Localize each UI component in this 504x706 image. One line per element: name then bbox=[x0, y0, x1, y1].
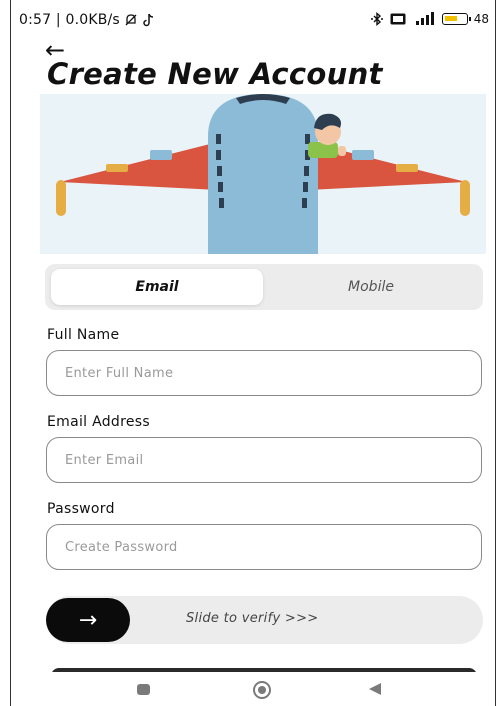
bluetooth-icon bbox=[370, 12, 383, 26]
system-nav-bar bbox=[11, 672, 495, 706]
password-field-container bbox=[46, 524, 482, 570]
page-title: Create New Account bbox=[47, 57, 383, 91]
full-name-input[interactable] bbox=[47, 351, 481, 395]
airplane-illustration bbox=[56, 94, 470, 254]
hero-illustration bbox=[40, 94, 486, 254]
tab-mobile[interactable]: Mobile bbox=[265, 269, 477, 305]
slide-to-verify[interactable]: → Slide to verify >>> bbox=[46, 596, 483, 644]
email-input[interactable] bbox=[47, 438, 481, 482]
slider-handle[interactable]: → bbox=[46, 598, 130, 642]
app-screen: 0:57 | 0.0KB/s 48 ← Create New Account E… bbox=[10, 0, 496, 706]
circle-icon[interactable] bbox=[253, 681, 271, 699]
password-input[interactable] bbox=[47, 525, 481, 569]
status-left: 0:57 | 0.0KB/s bbox=[19, 12, 154, 28]
email-address-label: Email Address bbox=[47, 414, 150, 430]
status-bar: 0:57 | 0.0KB/s 48 bbox=[11, 0, 495, 40]
arrow-right-icon: → bbox=[78, 607, 98, 633]
silent-notification-icon bbox=[125, 14, 137, 26]
full-name-label: Full Name bbox=[47, 327, 120, 343]
status-right: 48 bbox=[370, 12, 489, 26]
status-time-speed: 0:57 | 0.0KB/s bbox=[19, 12, 120, 28]
triangle-back-icon[interactable] bbox=[369, 683, 381, 695]
slider-label: Slide to verify >>> bbox=[186, 611, 319, 626]
battery-icon bbox=[441, 13, 471, 25]
volte-icon bbox=[390, 13, 406, 25]
full-name-field-container bbox=[46, 350, 482, 396]
signal-icon bbox=[415, 12, 434, 25]
email-field-container bbox=[46, 437, 482, 483]
battery-level: 48 bbox=[473, 12, 489, 26]
password-label: Password bbox=[47, 501, 115, 517]
square-icon[interactable] bbox=[137, 684, 150, 695]
tiktok-icon bbox=[143, 13, 153, 27]
auth-method-tabs: Email Mobile bbox=[45, 264, 483, 310]
tab-email[interactable]: Email bbox=[51, 269, 263, 305]
